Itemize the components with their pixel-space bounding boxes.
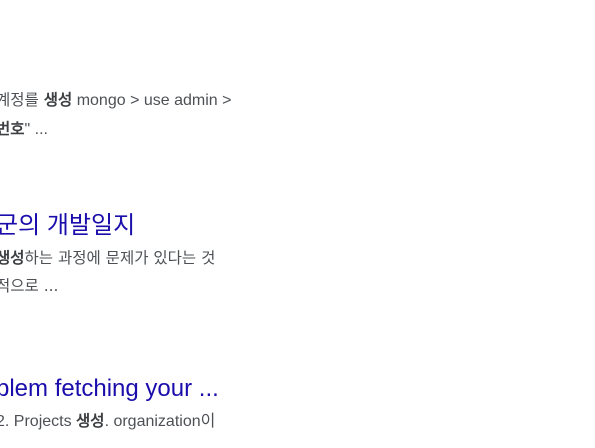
search-result-1: 계정를 생성 mongo > use admin > 번호" ... [0,86,286,144]
snippet-line: 적으로 ... [0,277,59,295]
snippet-line: 생성하는 과정에 문제가 있다는 것 [0,249,216,267]
search-result-2: 군의 개발일지 생성하는 과정에 문제가 있다는 것 적으로 ... [0,212,286,300]
search-results-page: 계정를 생성 mongo > use admin > 번호" ... 군의 개발… [0,0,595,448]
result-title-link[interactable]: blem fetching your ... [0,375,286,403]
snippet-line: 계정를 생성 mongo > use admin > [0,91,232,109]
search-result-3: blem fetching your ... 2. Projects 생성. o… [0,375,286,436]
result-snippet: 생성하는 과정에 문제가 있다는 것 적으로 ... [0,244,286,300]
snippet-line: 번호" ... [0,120,48,138]
result-snippet: 계정를 생성 mongo > use admin > 번호" ... [0,86,286,144]
result-title-link[interactable]: 군의 개발일지 [0,212,286,240]
snippet-line: 2. Projects 생성. organization이 [0,412,216,430]
result-snippet: 2. Projects 생성. organization이 [0,407,286,436]
